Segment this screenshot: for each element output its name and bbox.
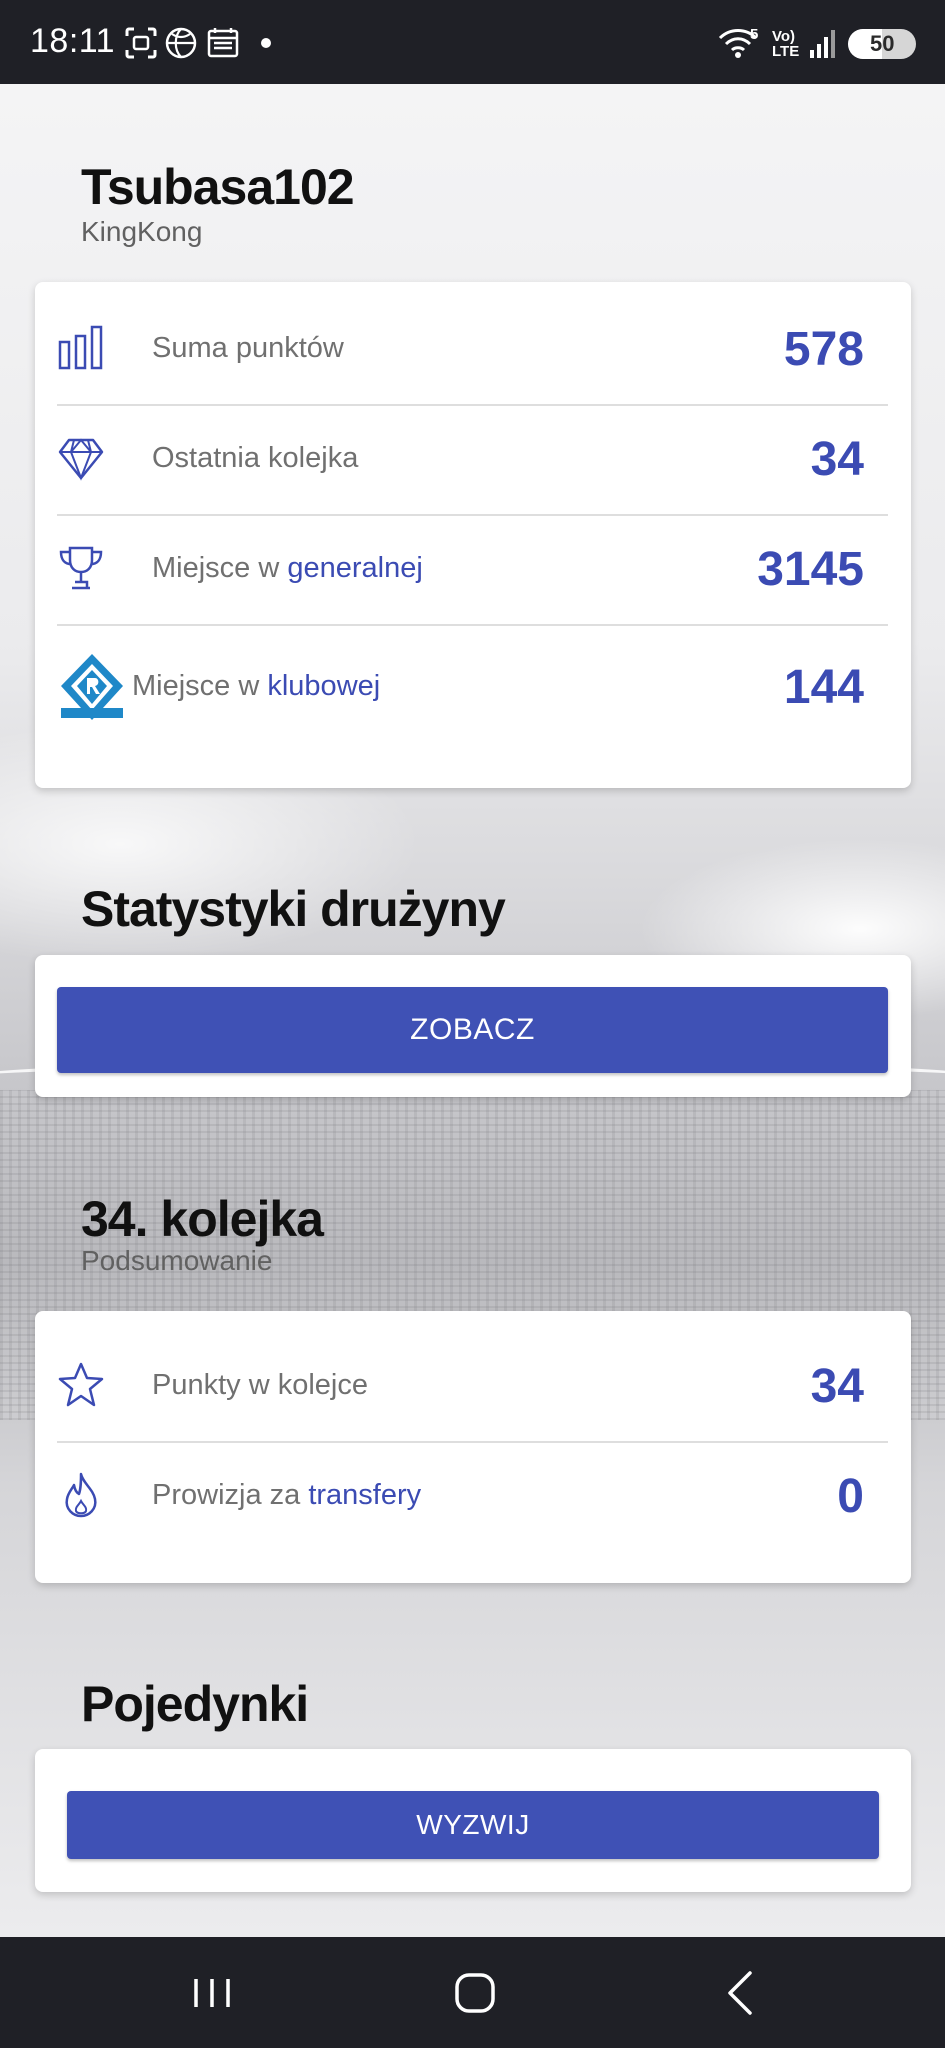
- diamond-icon: [58, 438, 104, 481]
- round-label: Punkty w kolejce: [152, 1369, 368, 1401]
- round-subtitle: Podsumowanie: [81, 1245, 273, 1276]
- round-label: Prowizja za transfery: [152, 1479, 422, 1511]
- calendar-icon: [207, 28, 239, 58]
- stats-card: Suma punktów 578 Ostatnia kolejka 34 Mie…: [35, 282, 911, 788]
- wifi-badge: 5: [750, 26, 759, 43]
- team-stats-title: Statystyki drużyny: [81, 881, 506, 937]
- home-icon[interactable]: [445, 1967, 505, 2019]
- duels-title: Pojedynki: [81, 1676, 309, 1732]
- duels-card: WYZWIJ: [35, 1749, 911, 1892]
- round-row-transfers[interactable]: Prowizja za transfery 0: [57, 1441, 888, 1551]
- transfers-link[interactable]: transfery: [308, 1479, 421, 1511]
- club-crest-icon: [61, 654, 123, 720]
- recent-apps-icon[interactable]: [182, 1967, 242, 2019]
- team-name: Tsubasa102: [81, 159, 355, 215]
- round-summary-card: Punkty w kolejce 34 Prowizja za transfer…: [35, 1311, 911, 1583]
- signal-icon: [810, 30, 835, 58]
- stat-label: Suma punktów: [152, 332, 344, 364]
- stat-row-general-ranking[interactable]: Miejsce w generalnej 3145: [57, 514, 888, 626]
- stat-value: 34: [810, 433, 864, 486]
- trophy-icon: [59, 546, 103, 590]
- round-title: 34. kolejka: [81, 1191, 324, 1247]
- stat-row-total-points: Suma punktów 578: [57, 294, 888, 406]
- navigation-bar: [0, 1937, 945, 2048]
- back-icon[interactable]: [710, 1967, 770, 2019]
- battery-indicator: 50: [848, 29, 916, 59]
- globe-icon: [165, 27, 197, 59]
- see-team-stats-button[interactable]: ZOBACZ: [57, 987, 888, 1073]
- status-bar: 18:11 5 Vo) LTE 50: [0, 0, 945, 84]
- stat-row-club-ranking[interactable]: Miejsce w klubowej 144: [57, 624, 888, 744]
- user-name: KingKong: [81, 216, 203, 247]
- volte-top: Vo): [772, 28, 796, 45]
- battery-percent: 50: [870, 31, 895, 56]
- round-row-points: Punkty w kolejce 34: [57, 1331, 888, 1443]
- general-ranking-link[interactable]: generalnej: [287, 552, 422, 584]
- round-value: 34: [810, 1360, 864, 1413]
- volte-icon: Vo) LTE: [772, 29, 799, 59]
- club-ranking-link[interactable]: klubowej: [267, 670, 380, 702]
- stat-value: 3145: [757, 543, 864, 596]
- stat-value: 144: [783, 661, 864, 714]
- status-time: 18:11: [30, 22, 116, 60]
- flame-icon: [65, 1472, 97, 1518]
- team-stats-card: ZOBACZ: [35, 955, 911, 1097]
- stat-label: Miejsce w generalnej: [152, 552, 423, 584]
- round-value: 0: [837, 1470, 864, 1523]
- stat-row-last-round: Ostatnia kolejka 34: [57, 404, 888, 516]
- volte-bottom: LTE: [772, 43, 800, 60]
- stat-label: Miejsce w klubowej: [132, 670, 381, 702]
- challenge-button[interactable]: WYZWIJ: [67, 1791, 879, 1859]
- stat-label: Ostatnia kolejka: [152, 442, 359, 474]
- notification-dot-icon: [261, 38, 271, 48]
- bar-chart-icon: [58, 325, 103, 370]
- star-icon: [58, 1362, 104, 1407]
- screenshot-icon: [125, 27, 157, 59]
- stat-value: 578: [783, 323, 864, 376]
